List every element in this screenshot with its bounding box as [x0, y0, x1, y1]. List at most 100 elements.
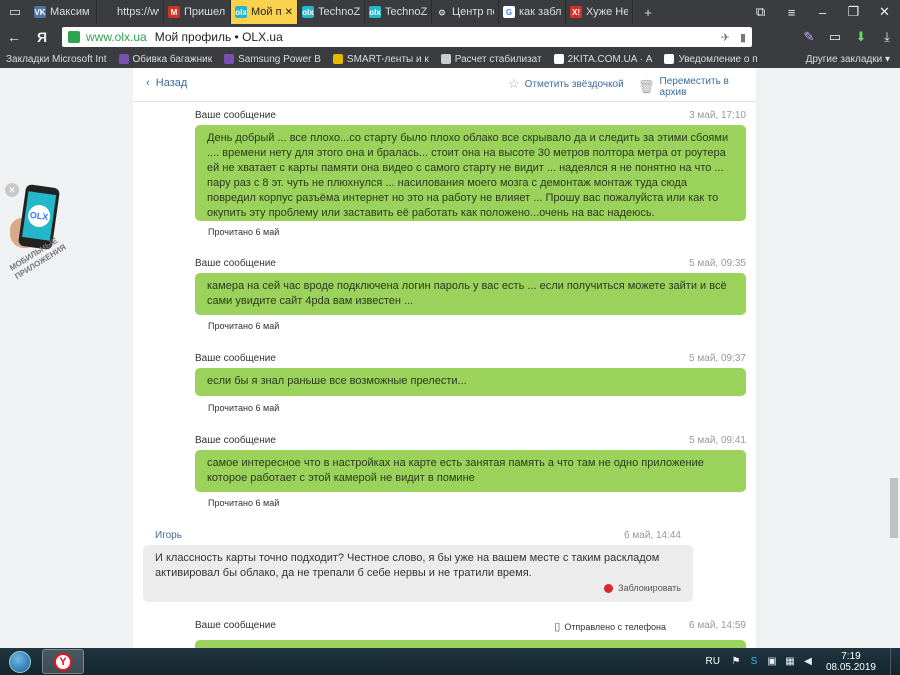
tab-favicon-icon: ⊙ — [438, 7, 446, 17]
message-sender: Ваше сообщение — [195, 353, 276, 364]
bookmark-item[interactable]: Samsung Power B — [218, 54, 327, 65]
network-icon[interactable]: ▦ — [784, 656, 796, 668]
scrollbar-thumb[interactable] — [890, 478, 898, 538]
bookmark-favicon-icon — [440, 54, 451, 64]
conversation-toolbar: ‹ Назад ☆ Отметить звёздочкой 🗑 Переместит… — [133, 68, 756, 102]
message-bubble — [195, 640, 746, 648]
yandex-browser-icon: Y — [54, 652, 72, 671]
message-bubble: камера на сей час вроде подключена логин… — [195, 273, 746, 315]
back-link[interactable]: ‹ Назад — [146, 77, 187, 89]
message-item: Ваше сообщение ▯ Отправлено с телефона 6 … — [195, 620, 746, 648]
bookmark-item[interactable]: SMART-ленты и к — [327, 54, 435, 65]
page-scrollbar[interactable] — [888, 68, 900, 648]
download-icon[interactable]: ⤓ — [874, 29, 900, 45]
block-user-button[interactable]: Заблокировать — [604, 581, 681, 596]
tab-favicon-icon: G — [503, 6, 515, 18]
clock[interactable]: 7:19 08.05.2019 — [826, 651, 876, 673]
browser-tab[interactable]: olx TechnoZo — [298, 0, 365, 24]
block-icon — [604, 584, 614, 593]
message-sender: Ваше сообщение — [195, 110, 276, 121]
start-button[interactable] — [0, 648, 40, 675]
url-page-title: Мой профиль • OLX.ua — [154, 30, 283, 44]
extension-icon[interactable]: ✎ — [796, 29, 822, 45]
other-bookmarks[interactable]: Другие закладки ▾ — [800, 54, 900, 65]
bookmark-item[interactable]: Уведомление о п — [658, 54, 763, 65]
tab-label: Хуже Нет — [586, 6, 628, 18]
tab-favicon-icon — [101, 6, 113, 18]
url-field[interactable]: www.olx.ua Мой профиль • OLX.ua ✈ ▮ — [62, 27, 752, 47]
read-status: Прочитано 6 май — [208, 227, 280, 237]
read-status: Прочитано 6 май — [208, 321, 280, 331]
language-indicator[interactable]: RU — [705, 656, 719, 667]
browser-tab[interactable]: M Пришел х — [164, 0, 231, 24]
taskbar-yandex-browser[interactable]: Y — [42, 649, 84, 674]
bookmark-favicon-icon — [664, 54, 675, 64]
message-sender[interactable]: Игорь — [155, 530, 182, 541]
yandex-icon[interactable]: Я — [28, 29, 56, 45]
browser-tab[interactable]: VK Максим И — [30, 0, 97, 24]
browser-tab[interactable]: https://ww — [97, 0, 164, 24]
bookmark-icon[interactable]: ▮ — [740, 31, 746, 44]
message-item: Ваше сообщение 5 май, 09:41 самое интере… — [195, 435, 746, 510]
maximize-icon[interactable]: ❐ — [838, 0, 869, 24]
screen-icon[interactable]: ▭ — [822, 29, 848, 45]
browser-tab[interactable]: Gкак забло — [499, 0, 566, 24]
tabs-overview-icon: ▭ — [8, 4, 22, 19]
windows-logo-icon — [9, 650, 31, 673]
close-promo-icon[interactable]: ✕ — [5, 183, 19, 197]
back-arrow-icon[interactable]: ← — [0, 29, 28, 45]
flag-icon[interactable]: ⚑ — [730, 656, 742, 668]
protect-icon[interactable]: ✈ — [721, 31, 730, 44]
message-item: Ваше сообщение 5 май, 09:37 если бы я зн… — [195, 353, 746, 413]
bookmark-label: Samsung Power B — [238, 53, 321, 65]
close-icon[interactable]: ✕ — [869, 0, 900, 24]
read-status: Прочитано 6 май — [208, 403, 280, 413]
browser-tab[interactable]: olx TechnoZo — [365, 0, 432, 24]
message-time: 5 май, 09:37 — [689, 353, 746, 364]
browser-tab[interactable]: ⊙ Центр пол — [432, 0, 499, 24]
bookmark-label: Обивка багажник — [132, 53, 213, 65]
bookmark-item[interactable]: Обивка багажник — [113, 54, 219, 65]
close-tab-icon[interactable]: ✕ — [285, 7, 293, 18]
menu-icon[interactable]: ≡ — [776, 0, 807, 24]
incoming-message: Игорь 6 май, 14:44 И классность карты то… — [143, 530, 693, 605]
message-bubble: самое интересное что в настройках на кар… — [195, 450, 746, 492]
bookmark-label: Уведомление о п — [678, 53, 758, 65]
message-item: Ваше сообщение 5 май, 09:35 камера на се… — [195, 258, 746, 333]
archive-link[interactable]: 🗑 Переместить в архив — [638, 76, 756, 98]
new-tab-button[interactable]: + — [633, 0, 663, 24]
shield-icon[interactable]: ⬇ — [848, 29, 874, 45]
browser-tab[interactable]: X! Хуже Нет — [566, 0, 633, 24]
volume-icon[interactable]: ◀ — [802, 656, 814, 668]
read-status: Прочитано 6 май — [208, 498, 280, 508]
show-desktop-button[interactable] — [890, 648, 900, 675]
message-bubble: если бы я знал раньше все возможные прел… — [195, 368, 746, 396]
sent-from-phone: ▯ Отправлено с телефона — [554, 621, 666, 633]
tab-favicon-icon: olx — [235, 6, 247, 18]
bookmark-favicon-icon — [332, 54, 343, 64]
bookmark-label: 2KITA.COM.UA · А — [567, 53, 653, 65]
star-link[interactable]: ☆ Отметить звёздочкой — [508, 76, 624, 92]
skype-icon[interactable]: S — [748, 656, 760, 668]
bookmark-manager-icon[interactable]: ⧉ — [745, 0, 776, 24]
minimize-icon[interactable]: – — [807, 0, 838, 24]
mobile-apps-promo[interactable]: ✕ OLX МОБИЛЬНЫЕ ПРИЛОЖЕНИЯ — [0, 183, 80, 313]
tabs-overview-button[interactable]: ▭ — [0, 0, 30, 24]
bookmark-favicon-icon — [553, 54, 564, 64]
bookmark-item[interactable]: Закладки Microsoft Int — [0, 54, 113, 65]
tab-label: TechnoZo — [318, 6, 360, 18]
phone-icon: ▯ — [554, 621, 561, 633]
bookmark-favicon-icon — [118, 54, 129, 64]
system-tray: RU ⚑ S ▣ ▦ ◀ 7:19 08.05.2019 — [705, 648, 900, 675]
message-time: 5 май, 09:35 — [689, 258, 746, 269]
olx-logo: OLX — [26, 203, 52, 229]
message-sender: Ваше сообщение — [195, 258, 276, 269]
taskbar: Y RU ⚑ S ▣ ▦ ◀ 7:19 08.05.2019 — [0, 648, 900, 675]
display-icon[interactable]: ▣ — [766, 656, 778, 668]
bookmark-item[interactable]: 2KITA.COM.UA · А — [548, 54, 659, 65]
message-time: 6 май, 14:44 — [624, 530, 681, 541]
bookmark-item[interactable]: Расчет стабилизат — [435, 54, 548, 65]
browser-tab[interactable]: olx Мой пр✕ — [231, 0, 298, 24]
url-domain: www.olx.ua — [86, 30, 147, 44]
tab-bar: ▭ VK Максим И https://ww M Пришел х olx Мой пр… — [0, 0, 900, 24]
